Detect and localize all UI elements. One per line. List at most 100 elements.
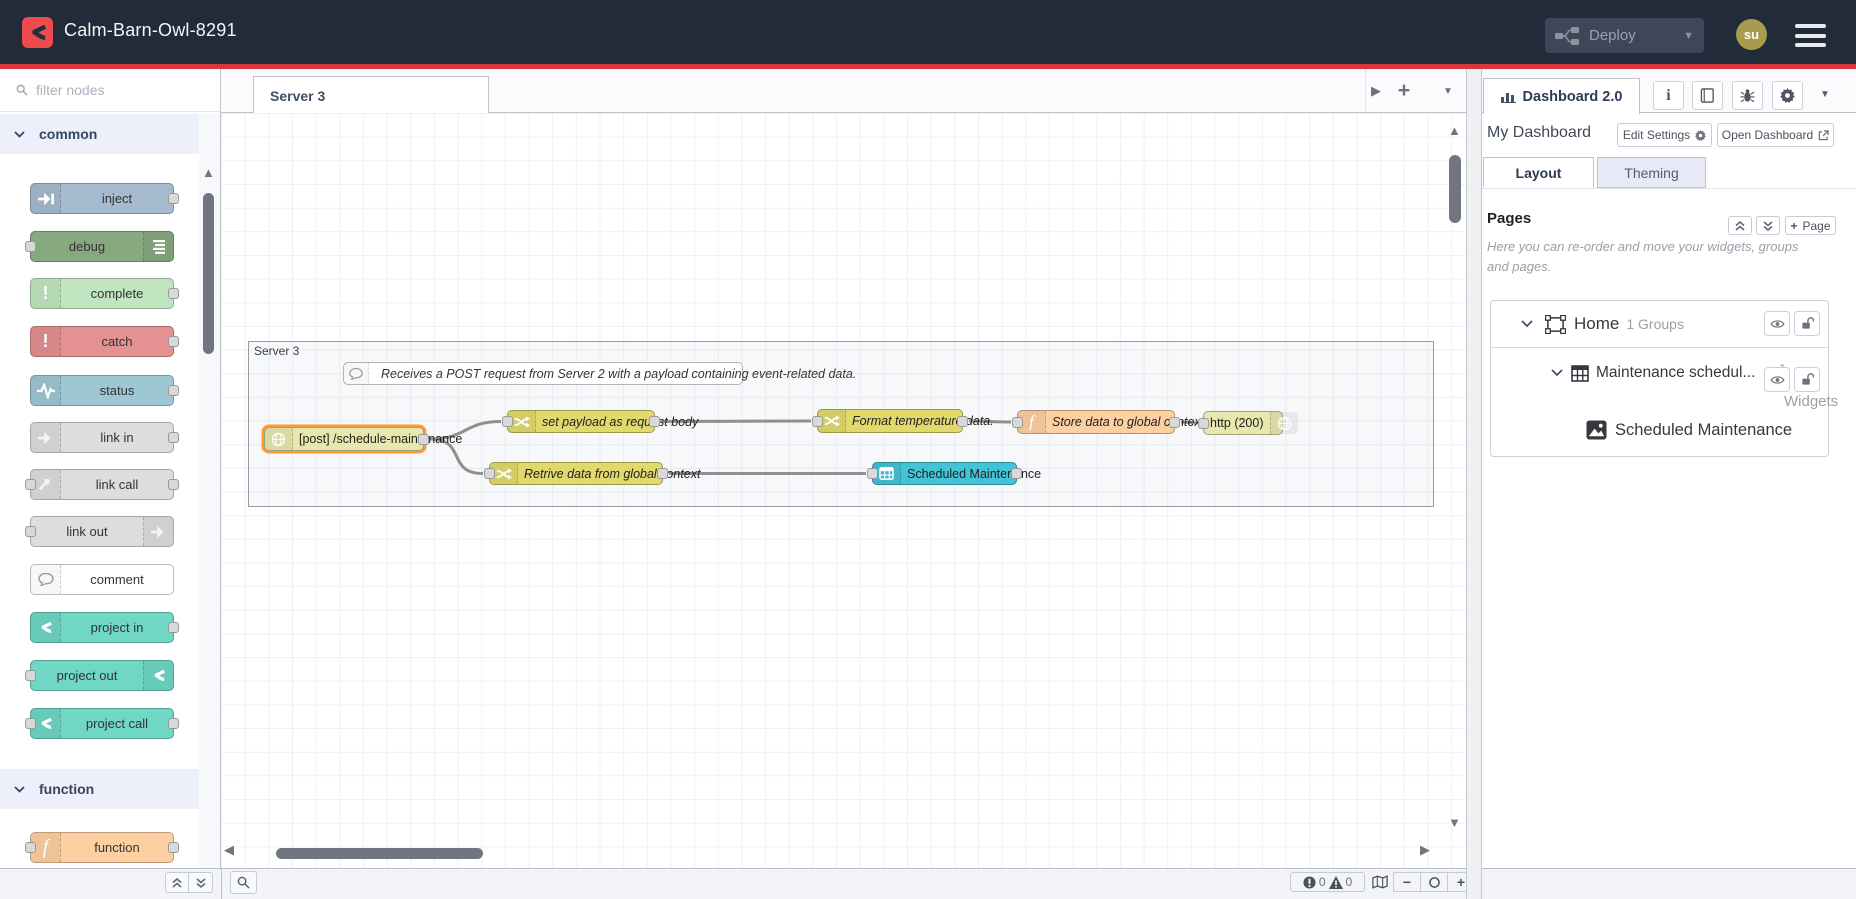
palette-category-function[interactable]: function bbox=[0, 769, 199, 809]
canvas-scroll-down-icon[interactable]: ▼ bbox=[1448, 816, 1461, 829]
canvas-scroll-left-icon[interactable]: ◀ bbox=[224, 843, 234, 856]
palette-category-common[interactable]: common bbox=[0, 114, 199, 154]
function-node-store-global[interactable]: f Store data to global context bbox=[1012, 410, 1204, 434]
canvas-scroll-right-icon[interactable]: ▶ bbox=[1420, 843, 1430, 856]
palette-item-project-in[interactable]: project in bbox=[30, 612, 179, 643]
node-port[interactable] bbox=[418, 433, 429, 445]
main-menu-button[interactable] bbox=[1795, 24, 1826, 47]
node-port[interactable] bbox=[1169, 416, 1180, 428]
widget-row-scheduled-maintenance[interactable]: Scheduled Maintenance bbox=[1491, 409, 1828, 451]
node-port[interactable] bbox=[25, 670, 36, 681]
node-port[interactable] bbox=[1011, 468, 1022, 479]
node-port[interactable] bbox=[657, 468, 668, 479]
node-port[interactable] bbox=[502, 416, 513, 427]
tab-scroll-right-button[interactable]: ▶ bbox=[1361, 77, 1391, 105]
palette-item-link-out[interactable]: link out bbox=[25, 516, 174, 547]
palette-scrollbar[interactable]: ▲ ▼ bbox=[199, 113, 220, 899]
palette-scrollbar-thumb[interactable] bbox=[203, 193, 214, 354]
pages-expand-all-button[interactable] bbox=[1756, 216, 1780, 235]
change-node-retrieve-global[interactable]: Retrive data from global context bbox=[484, 462, 700, 485]
change-node-set-payload[interactable]: set payload as request body bbox=[502, 410, 698, 433]
node-port[interactable] bbox=[812, 415, 823, 427]
node-port[interactable] bbox=[168, 336, 179, 347]
node-port[interactable] bbox=[25, 718, 36, 729]
sidebar-info-button[interactable]: i bbox=[1653, 81, 1684, 110]
palette-item-inject[interactable]: inject bbox=[30, 183, 179, 214]
tab-layout[interactable]: Layout bbox=[1483, 157, 1594, 188]
node-port[interactable] bbox=[168, 193, 179, 204]
canvas-search-button[interactable] bbox=[230, 871, 257, 894]
canvas-vscrollbar-thumb[interactable] bbox=[1449, 155, 1461, 223]
palette-item-project-out[interactable]: project out bbox=[25, 660, 174, 691]
node-port[interactable] bbox=[1012, 416, 1023, 428]
pages-collapse-all-button[interactable] bbox=[1728, 216, 1752, 235]
sidebar-caret-icon[interactable]: ▼ bbox=[1820, 89, 1830, 100]
node-port[interactable] bbox=[168, 288, 179, 299]
palette-collapse-all-button[interactable] bbox=[166, 873, 190, 892]
visibility-toggle-button[interactable] bbox=[1764, 311, 1790, 336]
visibility-toggle-button[interactable] bbox=[1764, 367, 1790, 392]
palette-item-status[interactable]: status bbox=[30, 375, 179, 406]
node-port[interactable] bbox=[168, 479, 179, 490]
tab-theming[interactable]: Theming bbox=[1597, 157, 1706, 188]
sidebar-settings-button[interactable] bbox=[1772, 81, 1803, 110]
palette-item-link-call[interactable]: link call bbox=[25, 469, 179, 500]
node-port[interactable] bbox=[168, 622, 179, 633]
comment-node[interactable]: Receives a POST request from Server 2 wi… bbox=[343, 362, 856, 385]
ui-table-node[interactable]: Scheduled Maintenance bbox=[867, 462, 1041, 485]
node-port[interactable] bbox=[168, 432, 179, 443]
node-port[interactable] bbox=[168, 718, 179, 729]
http-in-node[interactable]: [post] /schedule-maintenance bbox=[264, 427, 462, 451]
change-node-format-temperature[interactable]: Format temperature data. bbox=[812, 409, 994, 433]
lock-toggle-button[interactable] bbox=[1794, 311, 1820, 336]
canvas-hscrollbar-thumb[interactable] bbox=[276, 848, 483, 859]
node-port[interactable] bbox=[168, 385, 179, 396]
palette-expand-all-button[interactable] bbox=[189, 873, 212, 892]
workspace-tab-server3[interactable]: Server 3 bbox=[253, 76, 489, 114]
node-port[interactable] bbox=[957, 415, 968, 427]
zoom-out-button[interactable]: − bbox=[1393, 872, 1421, 892]
deploy-button[interactable]: Deploy ▼ bbox=[1545, 18, 1704, 53]
zoom-reset-button[interactable] bbox=[1420, 872, 1448, 892]
node-port[interactable] bbox=[1198, 417, 1209, 429]
sidebar-debug-button[interactable] bbox=[1732, 81, 1763, 110]
lock-toggle-button[interactable] bbox=[1794, 367, 1820, 392]
http-response-node[interactable]: http (200) bbox=[1198, 411, 1298, 435]
sidebar-resize-handle[interactable] bbox=[1466, 69, 1482, 899]
user-avatar[interactable]: su bbox=[1736, 19, 1767, 50]
link-icon bbox=[143, 517, 173, 546]
deploy-options-caret-icon[interactable]: ▼ bbox=[1683, 30, 1694, 42]
palette-item-function[interactable]: f function bbox=[25, 832, 179, 863]
node-port[interactable] bbox=[168, 842, 179, 853]
add-page-button[interactable]: + Page bbox=[1785, 216, 1836, 235]
node-port[interactable] bbox=[25, 479, 36, 490]
node-port[interactable] bbox=[25, 241, 36, 252]
node-port[interactable] bbox=[649, 416, 660, 427]
palette-item-link-in[interactable]: link in bbox=[30, 422, 179, 453]
flow-list-button[interactable]: ▼ bbox=[1433, 77, 1463, 105]
open-dashboard-button[interactable]: Open Dashboard bbox=[1717, 123, 1834, 147]
palette-item-comment[interactable]: comment bbox=[30, 564, 174, 595]
edit-settings-button[interactable]: Edit Settings bbox=[1617, 123, 1712, 147]
palette-filter-input[interactable]: filter nodes bbox=[0, 69, 220, 112]
scroll-up-icon[interactable]: ▲ bbox=[202, 166, 215, 179]
sidebar-tab-dashboard[interactable]: Dashboard 2.0 bbox=[1483, 78, 1640, 114]
flow-canvas[interactable]: Server 3 Receives a POST request from Se… bbox=[221, 113, 1466, 868]
sidebar-docs-button[interactable] bbox=[1692, 81, 1723, 110]
node-port[interactable] bbox=[25, 842, 36, 853]
chevron-down-icon[interactable] bbox=[1551, 369, 1563, 377]
palette-item-catch[interactable]: ! catch bbox=[30, 326, 179, 357]
canvas-scroll-up-icon[interactable]: ▲ bbox=[1448, 124, 1461, 137]
minimap-button[interactable] bbox=[1368, 872, 1391, 892]
dashboard-title: My Dashboard bbox=[1487, 124, 1592, 141]
node-port[interactable] bbox=[25, 526, 36, 537]
palette-item-complete[interactable]: ! complete bbox=[30, 278, 179, 309]
notification-counts[interactable]: 0 0 bbox=[1290, 872, 1365, 892]
palette-item-debug[interactable]: debug bbox=[25, 231, 174, 262]
palette-item-project-call[interactable]: project call bbox=[25, 708, 179, 739]
node-port[interactable] bbox=[484, 468, 495, 479]
workspace-tabbar: Server 3 ▶ + ▼ bbox=[221, 69, 1466, 114]
node-port[interactable] bbox=[867, 468, 878, 479]
add-flow-button[interactable]: + bbox=[1389, 77, 1419, 105]
chevron-down-icon[interactable] bbox=[1521, 320, 1533, 328]
